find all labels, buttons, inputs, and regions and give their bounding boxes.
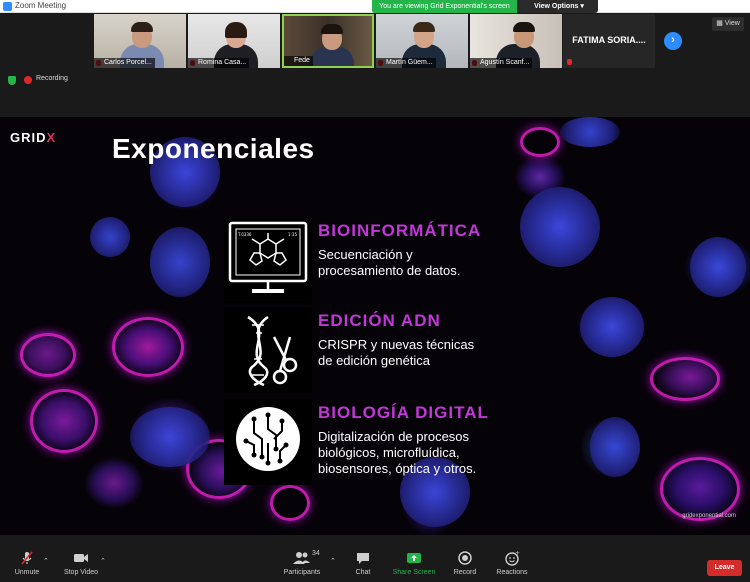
website-footer: gridexponential.com [682, 513, 736, 519]
section-heading: EDICIÓN ADN [318, 311, 441, 330]
participant-name: FATIMA SORIA.... [572, 35, 646, 45]
view-button[interactable]: ▦ View [712, 17, 744, 31]
viewing-screen-message: You are viewing Grid Exponential's scree… [372, 0, 517, 13]
participants-icon [293, 552, 310, 564]
share-screen-button[interactable]: Share Screen [392, 550, 436, 576]
nucleus-decoration [130, 407, 210, 467]
grid-view-icon: ▦ [716, 20, 723, 27]
participant-tile[interactable]: Romina Casa... [188, 14, 280, 68]
nucleus-decoration [520, 187, 600, 267]
video-options-caret-icon[interactable]: ⌃ [100, 557, 106, 565]
dna-scissors-icon [247, 315, 298, 387]
audio-options-caret-icon[interactable]: ⌃ [43, 557, 49, 565]
section-description: CRISPR y nuevas técnicas de edición gené… [318, 337, 475, 368]
participant-name: Carlos Porcel... [94, 58, 155, 68]
participant-tile[interactable]: Martín Güem... [376, 14, 468, 68]
recording-dot-icon [24, 76, 32, 84]
record-icon [458, 551, 472, 565]
cell-decoration [270, 485, 310, 521]
window-title: Zoom Meeting [15, 1, 67, 10]
cell-decoration [112, 317, 184, 377]
svg-text:1:35: 1:35 [288, 232, 297, 237]
svg-text:+: + [515, 550, 520, 557]
recording-label: Recording [36, 75, 68, 82]
participant-tile[interactable]: Agustín Scanf... [470, 14, 562, 68]
view-options-button[interactable]: View Options ▾ [520, 0, 598, 13]
muted-mic-icon [567, 59, 572, 65]
participants-options-caret-icon[interactable]: ⌃ [330, 557, 336, 565]
unmute-button[interactable]: Unmute [10, 550, 44, 576]
smiley-reaction-icon: + [505, 550, 520, 566]
leave-meeting-button[interactable]: Leave [707, 560, 742, 576]
nucleus-decoration [590, 417, 640, 477]
record-button[interactable]: Record [450, 550, 480, 576]
participant-strip: Carlos Porcel... Romina Casa... Fede Mar… [0, 13, 750, 70]
nucleus-decoration [690, 237, 746, 297]
participant-tile-active-speaker[interactable]: Fede [282, 14, 374, 68]
section-heading: BIOINFORMÁTICA [318, 221, 482, 240]
slide-title: Exponenciales [112, 133, 315, 164]
chevron-down-icon: ▾ [580, 3, 584, 10]
stop-video-button[interactable]: Stop Video [60, 550, 102, 576]
meeting-toolbar: Unmute ⌃ Stop Video ⌃ 34 Participants ⌃ … [0, 545, 750, 582]
circuit-icon-box [224, 399, 312, 485]
zoom-meeting-window: Zoom Meeting You are viewing Grid Expone… [0, 0, 750, 582]
section-edicion-adn: EDICIÓN ADN CRISPR y nuevas técnicas de … [318, 311, 474, 369]
muted-microphone-icon [21, 551, 33, 565]
participant-name: Fede [284, 56, 313, 66]
zoom-logo-icon [3, 2, 12, 11]
reactions-button[interactable]: + Reactions [494, 550, 530, 576]
section-biologia-digital: BIOLOGÍA DIGITAL Digitalización de proce… [318, 403, 489, 477]
cell-decoration [650, 357, 720, 401]
participant-tile-no-video[interactable]: FATIMA SORIA.... [563, 14, 655, 68]
view-options-label: View Options [534, 3, 579, 10]
share-banner: You are viewing Grid Exponential's scree… [372, 0, 598, 13]
share-screen-icon [407, 553, 421, 563]
digital-circuit-brain-icon [236, 407, 300, 471]
nucleus-decoration [150, 227, 210, 297]
participant-name: Agustín Scanf... [470, 58, 533, 68]
dna-icon-box [224, 307, 312, 393]
participant-name: Romina Casa... [188, 58, 250, 68]
participants-count: 34 [312, 550, 320, 557]
participants-button[interactable]: 34 Participants [282, 550, 322, 576]
computer-monitor-icon: T.0336 1:35 [228, 221, 308, 293]
cell-decoration [660, 457, 740, 521]
monitor-icon-box: T.0336 1:35 [224, 217, 312, 303]
shared-screen-slide: GRIDX Exponenciales T.0336 1:35 BIOINFOR… [0, 117, 750, 535]
cell-decoration [20, 333, 76, 377]
svg-text:T.0336: T.0336 [237, 232, 252, 237]
chevron-right-icon: › [671, 34, 675, 46]
security-shield-icon[interactable] [8, 76, 16, 85]
participant-name: Martín Güem... [376, 58, 436, 68]
section-heading: BIOLOGÍA DIGITAL [318, 403, 489, 422]
cell-decoration [520, 127, 560, 157]
video-camera-icon [74, 554, 88, 562]
section-description: Digitalización de procesos biológicos, m… [318, 429, 477, 476]
chat-bubble-icon [357, 553, 369, 564]
section-description: Secuenciación y procesamiento de datos. [318, 247, 461, 278]
participant-tile[interactable]: Carlos Porcel... [94, 14, 186, 68]
gridx-logo: GRIDX [10, 130, 57, 145]
section-bioinformatica: BIOINFORMÁTICA Secuenciación y procesami… [318, 221, 481, 279]
next-page-button[interactable]: › [664, 32, 682, 50]
view-label: View [724, 20, 740, 27]
chat-button[interactable]: Chat [348, 550, 378, 576]
nucleus-decoration [560, 117, 620, 147]
nucleus-decoration [90, 217, 130, 257]
nucleus-decoration [580, 297, 644, 357]
cell-decoration [30, 389, 98, 453]
